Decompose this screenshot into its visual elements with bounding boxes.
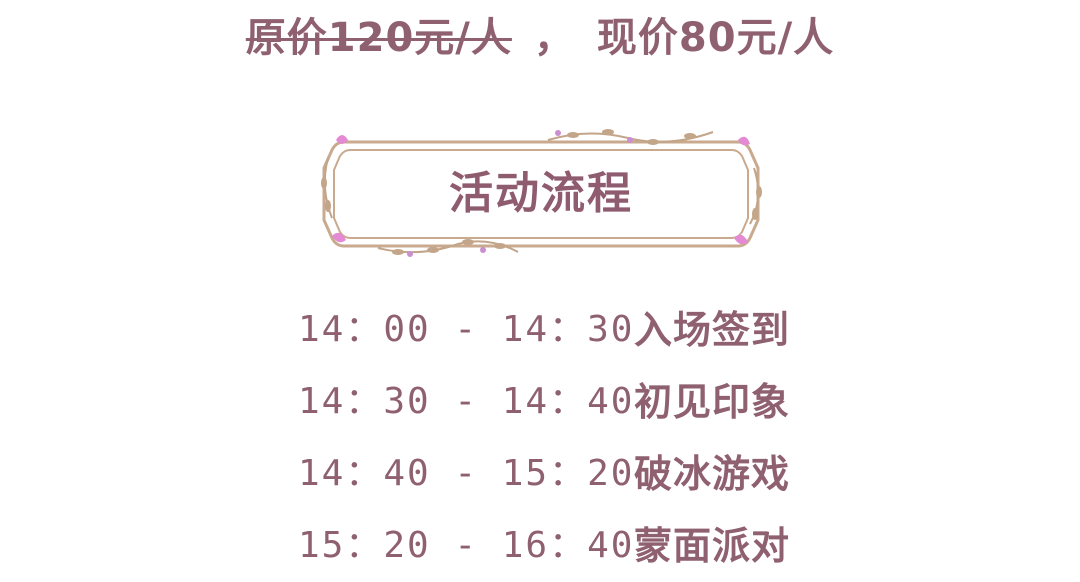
schedule-row: 14：40 - 15：20 破冰游戏: [298, 434, 818, 506]
price-separator: ，: [533, 15, 575, 61]
schedule-time: 14：30 - 14：40: [298, 381, 635, 422]
current-price: 现价80元/人: [596, 15, 835, 61]
schedule-time: 14：00 - 14：30: [298, 309, 635, 350]
schedule-row: 14：00 - 14：30 入场签到: [298, 290, 818, 362]
schedule-row: 15：20 - 16：40 蒙面派对: [298, 506, 818, 578]
schedule-list: 14：00 - 14：30 入场签到 14：30 - 14：40 初见印象 14…: [298, 290, 818, 578]
original-price: 原价120元/人: [245, 15, 512, 61]
section-title: 活动流程: [449, 168, 633, 219]
schedule-activity: 破冰游戏: [634, 451, 791, 496]
schedule-activity: 入场签到: [634, 307, 791, 352]
schedule-row: 14：30 - 14：40 初见印象: [298, 362, 818, 434]
schedule-activity: 初见印象: [634, 379, 791, 424]
section-title-frame: 活动流程: [318, 128, 764, 260]
schedule-time: 14：40 - 15：20: [298, 453, 635, 494]
schedule-time: 15：20 - 16：40: [298, 525, 635, 566]
schedule-activity: 蒙面派对: [634, 523, 791, 568]
price-line: 原价120元/人 ， 现价80元/人: [0, 8, 1080, 68]
